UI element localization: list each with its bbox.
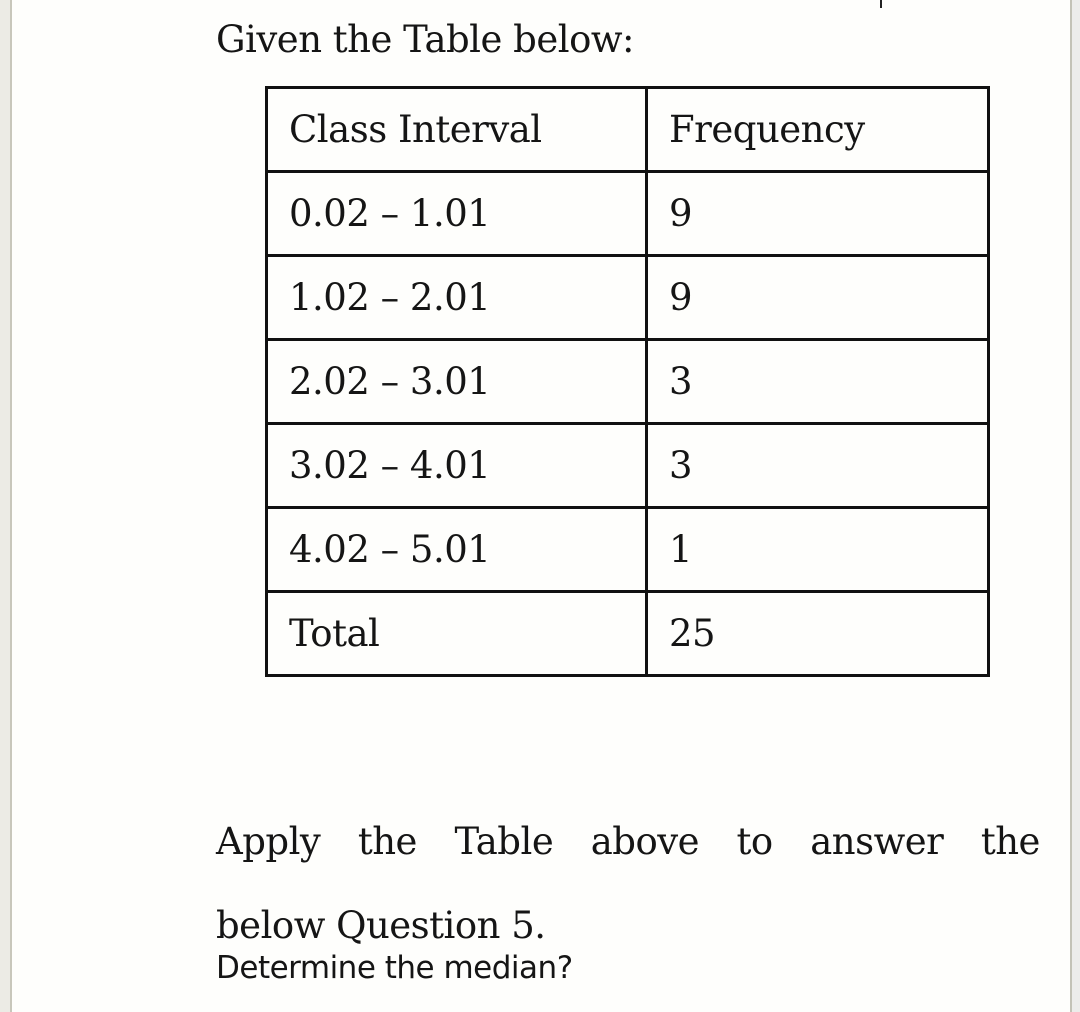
cell-frequency: 1 xyxy=(645,506,990,593)
question-text: Determine the median? xyxy=(216,950,573,986)
cell-total-value: 25 xyxy=(645,590,990,677)
table-row: 2.02 – 3.01 3 xyxy=(265,338,990,425)
intro-text: Given the Table below: xyxy=(216,18,635,61)
cell-interval: 3.02 – 4.01 xyxy=(265,422,648,509)
cell-frequency: 3 xyxy=(645,422,990,509)
header-class-interval: Class Interval xyxy=(265,86,648,173)
table-total-row: Total 25 xyxy=(265,590,990,677)
cell-interval: 0.02 – 1.01 xyxy=(265,170,648,257)
cell-frequency: 9 xyxy=(645,170,990,257)
instruction-paragraph: Apply the Table above to answer the belo… xyxy=(216,800,1040,968)
instruction-line-1: Apply the Table above to answer the xyxy=(216,800,1040,884)
word: to xyxy=(736,820,774,863)
word: above xyxy=(590,820,700,863)
table-row: 0.02 – 1.01 9 xyxy=(265,170,990,257)
word: answer xyxy=(810,820,944,863)
cell-interval: 2.02 – 3.01 xyxy=(265,338,648,425)
table-row: 1.02 – 2.01 9 xyxy=(265,254,990,341)
cell-frequency: 3 xyxy=(645,338,990,425)
cell-interval: 4.02 – 5.01 xyxy=(265,506,648,593)
table-header-row: Class Interval Frequency xyxy=(265,86,990,173)
table-row: 3.02 – 4.01 3 xyxy=(265,422,990,509)
page-left-edge xyxy=(0,0,12,1012)
scrollbar-track[interactable] xyxy=(1072,0,1080,1012)
word: Apply xyxy=(216,820,321,863)
word: Table xyxy=(454,820,554,863)
header-frequency: Frequency xyxy=(645,86,990,173)
cell-frequency: 9 xyxy=(645,254,990,341)
page-mark xyxy=(880,0,882,8)
table-row: 4.02 – 5.01 1 xyxy=(265,506,990,593)
frequency-table: Class Interval Frequency 0.02 – 1.01 9 1… xyxy=(265,86,990,677)
cell-interval: 1.02 – 2.01 xyxy=(265,254,648,341)
cell-total-label: Total xyxy=(265,590,648,677)
word: the xyxy=(357,820,418,863)
word: the xyxy=(980,820,1041,863)
